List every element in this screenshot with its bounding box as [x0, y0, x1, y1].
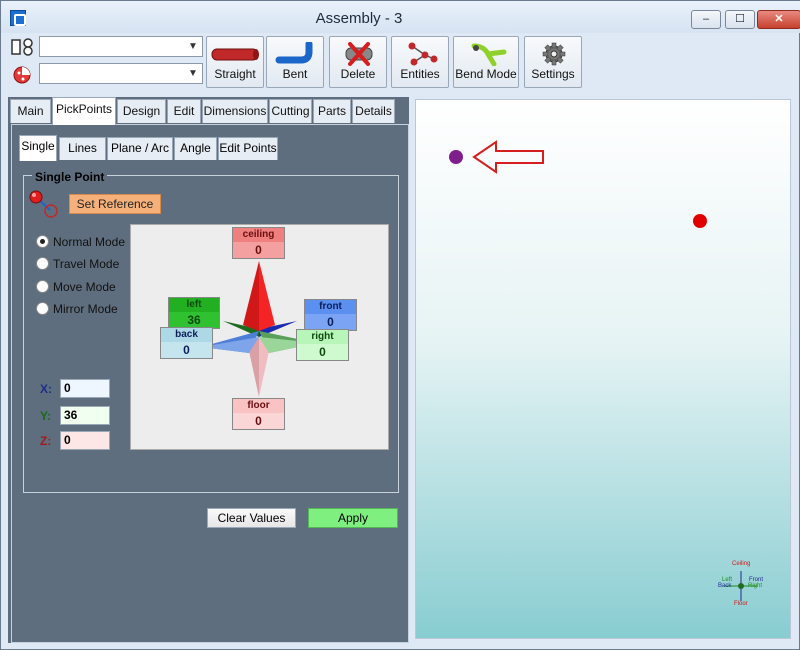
x-input[interactable]: 0 [60, 379, 110, 398]
tab-edit[interactable]: Edit [167, 99, 201, 123]
bend-mode-button[interactable]: Bend Mode [453, 36, 519, 88]
y-label: Y: [40, 409, 52, 423]
subtab-lines[interactable]: Lines [59, 137, 106, 160]
ceiling-label: ceiling [242, 229, 275, 240]
title-bar: Assembly - 3 – ☐ ✕ [1, 1, 800, 33]
viewport-canvas [449, 140, 707, 228]
x-label: X: [40, 382, 52, 396]
apply-button[interactable]: Apply [308, 508, 398, 528]
mirror-mode-label: Mirror Mode [53, 302, 118, 316]
tab-design[interactable]: Design [117, 99, 166, 123]
close-button[interactable]: ✕ [757, 10, 800, 29]
bent-pipe-icon [275, 42, 313, 64]
back-value: 0 [161, 342, 212, 358]
single-point-group: Single Point Set Reference Normal Mode T… [23, 170, 399, 528]
radio-unselected-icon[interactable] [36, 257, 49, 270]
minimize-button[interactable]: – [691, 10, 721, 29]
bent-label: Bent [282, 67, 308, 81]
reference-point-icon [29, 190, 58, 218]
axis-right-label: Right [748, 583, 763, 589]
right-label: right [311, 331, 334, 342]
back-label: back [175, 329, 198, 340]
travel-mode-label: Travel Mode [53, 257, 120, 271]
straight-label: Straight [214, 67, 256, 81]
right-value: 0 [297, 344, 348, 360]
z-input[interactable]: 0 [60, 431, 110, 450]
subtab-edit-points[interactable]: Edit Points [218, 137, 278, 160]
ceiling-box[interactable]: ceiling 0 [232, 227, 285, 259]
pickpoints-panel: Single Lines Plane / Arc Angle Edit Poin… [11, 124, 409, 643]
reference-point-marker[interactable] [693, 214, 707, 228]
normal-mode-label: Normal Mode [53, 235, 126, 249]
entities-button[interactable]: Entities [391, 36, 449, 88]
settings-label: Settings [531, 67, 575, 81]
material-icon [13, 66, 31, 84]
left-box[interactable]: left 36 [168, 297, 220, 329]
selected-point-marker[interactable] [449, 150, 463, 164]
entities-label: Entities [400, 67, 440, 81]
direction-compass: ceiling 0 left 36 front 0 back 0 right 0… [130, 224, 389, 450]
tab-main[interactable]: Main [10, 99, 51, 123]
tab-pickpoints[interactable]: PickPoints [52, 97, 116, 125]
floor-label: floor [247, 400, 270, 411]
pipe-profile-combo[interactable]: ▼ [39, 36, 203, 57]
subtab-plane-arc[interactable]: Plane / Arc [107, 137, 173, 160]
ceiling-value: 0 [233, 242, 284, 258]
tab-parts[interactable]: Parts [313, 99, 351, 123]
front-box[interactable]: front 0 [304, 299, 357, 331]
right-box[interactable]: right 0 [296, 329, 349, 361]
maximize-button[interactable]: ☐ [725, 10, 755, 29]
left-label: left [186, 299, 202, 310]
tab-cutting[interactable]: Cutting [269, 99, 312, 123]
3d-viewport[interactable]: Ceiling Left Back Front Right Floor [415, 99, 791, 639]
left-panel: Main PickPoints Design Edit Dimensions C… [8, 97, 409, 643]
delete-button[interactable]: Delete [329, 36, 387, 88]
window-title: Assembly - 3 [315, 10, 403, 27]
axis-ceiling-label: Ceiling [732, 561, 751, 567]
radio-selected-icon[interactable] [36, 235, 49, 248]
axis-floor-label: Floor [734, 601, 748, 607]
entities-icon [408, 42, 438, 66]
chevron-down-icon[interactable]: ▼ [186, 65, 200, 82]
move-mode-label: Move Mode [53, 280, 116, 294]
set-reference-button[interactable]: Set Reference [69, 194, 161, 214]
chevron-down-icon[interactable]: ▼ [186, 38, 200, 55]
pipe-selector-row: ▼ [9, 35, 205, 57]
bend-mode-icon [471, 43, 507, 66]
gear-icon [542, 42, 566, 66]
front-value: 0 [305, 314, 356, 330]
material-combo[interactable]: ▼ [39, 63, 203, 84]
arrow-left-icon [472, 140, 544, 174]
tab-dimensions[interactable]: Dimensions [202, 99, 268, 123]
toolbar: ▼ ▼ Straight Bent Delete Entities Bend M… [9, 34, 793, 89]
material-selector-row: ▼ [9, 62, 205, 84]
radio-unselected-icon[interactable] [36, 280, 49, 293]
z-label: Z: [40, 434, 52, 448]
bend-mode-label: Bend Mode [455, 67, 517, 81]
orientation-gizmo: Ceiling Left Back Front Right Floor [715, 561, 771, 611]
subtab-single[interactable]: Single [19, 135, 57, 161]
back-box[interactable]: back 0 [160, 327, 213, 359]
straight-button[interactable]: Straight [206, 36, 264, 88]
delete-label: Delete [340, 67, 376, 81]
axis-back-label: Back [718, 583, 732, 589]
straight-pipe-icon [211, 48, 259, 61]
clear-values-button[interactable]: Clear Values [207, 508, 296, 528]
left-value: 36 [169, 312, 219, 328]
single-point-title: Single Point [32, 170, 108, 184]
radio-unselected-icon[interactable] [36, 302, 49, 315]
delete-icon [345, 42, 373, 66]
bent-button[interactable]: Bent [266, 36, 324, 88]
front-label: front [319, 301, 342, 312]
y-input[interactable]: 36 [60, 406, 110, 425]
floor-value: 0 [233, 413, 284, 429]
tab-details[interactable]: Details [352, 99, 395, 123]
floor-box[interactable]: floor 0 [232, 398, 285, 430]
application-window: Assembly - 3 – ☐ ✕ ▼ ▼ Straight Bent Del… [0, 0, 800, 650]
settings-button[interactable]: Settings [524, 36, 582, 88]
subtab-angle[interactable]: Angle [174, 137, 217, 160]
pipe-profile-icon [11, 38, 33, 56]
